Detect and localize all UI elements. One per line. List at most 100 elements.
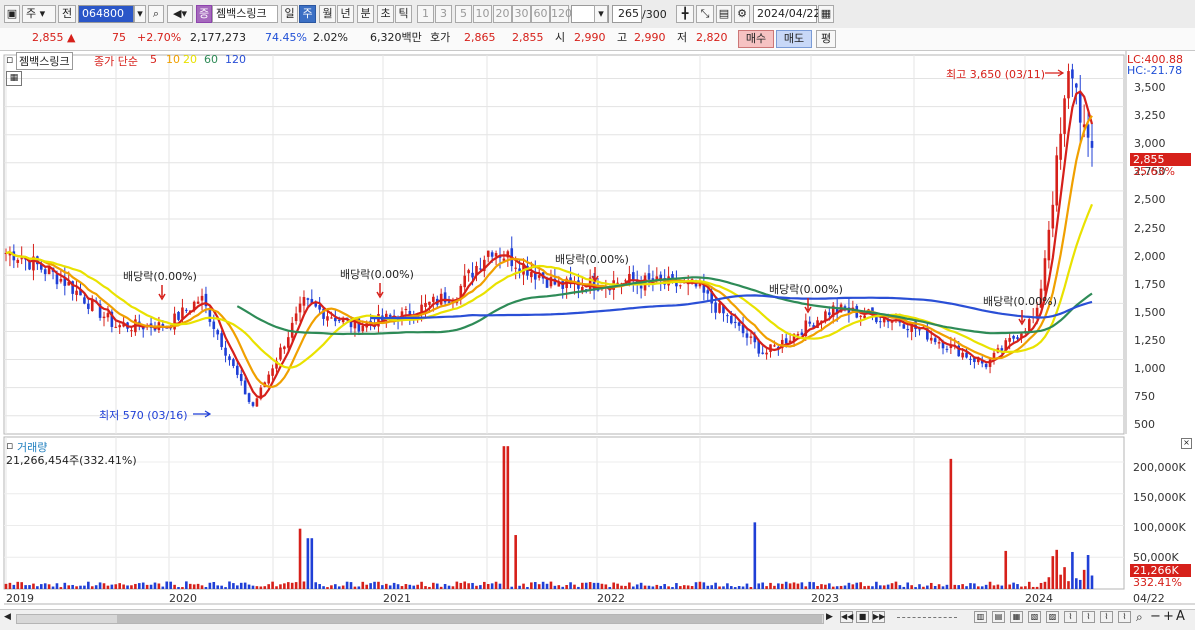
interval-button-6[interactable]: 60 [531, 5, 550, 23]
volume-bar [126, 585, 129, 589]
layout2-icon[interactable]: ▤ [992, 611, 1005, 623]
zoom-in-icon[interactable]: + [1163, 609, 1174, 624]
interval-button-5[interactable]: 30 [512, 5, 531, 23]
calendar-icon[interactable]: ▦ [818, 5, 834, 23]
ma-legend-1: 10 [166, 53, 180, 66]
layout4-icon[interactable]: ▧ [1028, 611, 1041, 623]
table-icon[interactable]: ▦ [6, 71, 22, 86]
volume-bar [1004, 550, 1008, 589]
price-y-tick: 2,000 [1134, 249, 1166, 263]
volume-bar [134, 583, 137, 589]
volume-bar [765, 586, 768, 589]
zoom-search-icon[interactable]: ⌕ [1136, 610, 1143, 625]
volume-bar [655, 584, 659, 589]
draw-line-icon[interactable]: ⤡ [696, 5, 714, 23]
save-icon[interactable]: ▤ [716, 5, 732, 23]
scroll-right-icon[interactable]: ▶ [826, 612, 833, 622]
max-price-label: 최고 3,650 (03/11) [946, 68, 1046, 81]
volume-bar [1027, 581, 1031, 589]
interval-button-4[interactable]: 20 [493, 5, 512, 23]
volume-bar [32, 583, 35, 589]
rewind-icon[interactable]: ◀◀ [840, 611, 853, 623]
scroll-left-icon[interactable]: ◀ [4, 612, 14, 624]
buy-button[interactable]: 매수 [738, 30, 774, 48]
layout-icon[interactable]: ▥ [974, 611, 987, 623]
stop-icon[interactable]: ■ [856, 611, 869, 623]
interval-dropdown-icon[interactable]: ▾ [594, 5, 608, 23]
candle-body [784, 338, 788, 344]
candle-body [1055, 155, 1059, 206]
sell-button[interactable]: 매도 [776, 30, 812, 48]
candle-body [467, 270, 470, 274]
volume-bar [459, 582, 463, 589]
candle-icon[interactable]: ╋ [676, 5, 694, 23]
chart-type3-icon[interactable]: ⌇ [1100, 611, 1113, 623]
count-input[interactable]: 265 [612, 5, 642, 23]
volume-bar [416, 584, 419, 589]
period-type-select[interactable]: 주 ▾ [22, 5, 56, 23]
period-button-5[interactable]: 초 [377, 5, 394, 23]
candle-body [679, 285, 682, 287]
candle-body [118, 325, 121, 328]
gear-icon[interactable]: ⚙ [734, 5, 750, 23]
code-dropdown-icon[interactable]: ▾ [134, 5, 146, 23]
volume-close-icon[interactable]: × [1181, 438, 1192, 449]
volume-bar [200, 585, 204, 589]
volume-bar [541, 581, 545, 589]
volume-bar [251, 585, 255, 589]
prev-button[interactable]: 전 [58, 5, 76, 23]
zoom-slider[interactable] [897, 617, 957, 621]
chart-type4-icon[interactable]: ⌇ [1118, 611, 1131, 623]
scrollbar-thumb[interactable] [117, 615, 822, 623]
chart-type-icon[interactable]: ⌇ [1064, 611, 1077, 623]
search-icon[interactable]: ⌕ [148, 5, 164, 23]
chart-type2-icon[interactable]: ⌇ [1082, 611, 1095, 623]
volume-bar [871, 586, 874, 589]
candle-body [1059, 133, 1062, 160]
volume-bar [224, 587, 227, 589]
period-button-4[interactable]: 분 [357, 5, 374, 23]
volume-collapse-icon[interactable]: ▫ [6, 439, 13, 452]
sound-icon[interactable]: ◀▾ [167, 5, 193, 23]
eval-button[interactable]: 평 [816, 30, 836, 48]
period-button-1[interactable]: 주 [299, 5, 316, 23]
volume-bar [447, 585, 451, 589]
volume-y-tick: 100,000K [1133, 521, 1186, 534]
window-menu-icon[interactable]: ▣ [4, 5, 20, 23]
interval-button-2[interactable]: 5 [455, 5, 472, 23]
scrollbar-track[interactable] [16, 614, 824, 624]
stock-code-input[interactable]: 064800 [78, 5, 134, 23]
trade-volume: 2,177,273 [190, 31, 246, 44]
period-button-6[interactable]: 틱 [395, 5, 412, 23]
dividend-label-4: 배당락(0.00%) [769, 283, 843, 296]
zoom-out-icon[interactable]: − [1150, 609, 1161, 624]
date-input[interactable]: 2024/04/22 [753, 5, 820, 23]
stock-name-field[interactable]: 젬백스링크 [212, 5, 278, 23]
candle-body [267, 374, 270, 384]
volume-bar [1043, 581, 1047, 589]
interval-button-0[interactable]: 1 [417, 5, 434, 23]
volume-bar [185, 581, 188, 589]
volume-bar [373, 581, 376, 589]
volume-bar [102, 583, 106, 589]
candle-body [490, 252, 494, 257]
period-button-0[interactable]: 일 [281, 5, 298, 23]
interval-button-7[interactable]: 120 [550, 5, 572, 23]
volume-bar [337, 586, 341, 589]
volume-bar [984, 584, 988, 589]
candle-body [624, 280, 627, 282]
interval-button-1[interactable]: 3 [435, 5, 452, 23]
panel-collapse-icon[interactable]: ▫ [6, 53, 13, 66]
forward-icon[interactable]: ▶▶ [872, 611, 885, 623]
period-button-3[interactable]: 년 [337, 5, 354, 23]
layout5-icon[interactable]: ▨ [1046, 611, 1059, 623]
layout3-icon[interactable]: ▦ [1010, 611, 1023, 623]
period-button-2[interactable]: 월 [319, 5, 336, 23]
price-volume-chart[interactable] [0, 51, 1195, 629]
interval-button-3[interactable]: 10 [473, 5, 492, 23]
volume-bar [533, 582, 537, 589]
candle-body [212, 321, 216, 329]
font-size-icon[interactable]: A [1176, 609, 1185, 624]
volume-bar [83, 585, 86, 589]
volume-bar [828, 583, 831, 589]
